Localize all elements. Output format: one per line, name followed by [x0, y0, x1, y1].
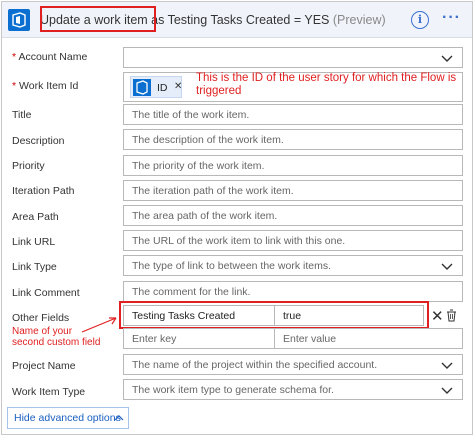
project-name-dropdown[interactable]: The name of the project within the speci…: [123, 354, 463, 375]
work-item-id-label: * Work Item Id: [12, 80, 79, 92]
area-path-field[interactable]: The area path of the work item.: [123, 205, 463, 226]
azure-devops-icon: [8, 9, 30, 31]
priority-label: Priority: [12, 160, 45, 172]
link-type-label: Link Type: [12, 261, 57, 273]
iteration-path-label: Iteration Path: [12, 185, 75, 197]
description-field[interactable]: The description of the work item.: [123, 129, 463, 150]
iteration-path-field[interactable]: The iteration path of the work item.: [123, 180, 463, 201]
chevron-down-icon: [441, 387, 453, 394]
id-token[interactable]: ID ✕: [130, 76, 182, 98]
title-highlight-box: [40, 6, 156, 32]
info-icon[interactable]: i: [411, 11, 429, 29]
hide-advanced-options-label: Hide advanced options: [14, 412, 121, 424]
work-item-type-dropdown[interactable]: The work item type to generate schema fo…: [123, 379, 463, 400]
header-title-preview: (Preview): [329, 13, 386, 27]
action-card: Update a work item as Testing Tasks Crea…: [1, 1, 473, 435]
project-name-placeholder: The name of the project within the speci…: [132, 359, 378, 371]
account-name-dropdown[interactable]: [123, 47, 463, 68]
work-item-type-placeholder: The work item type to generate schema fo…: [132, 384, 334, 396]
enter-key-placeholder: Enter key: [132, 333, 177, 345]
chevron-up-icon: [114, 415, 124, 421]
description-label: Description: [12, 135, 65, 147]
hide-advanced-options-button[interactable]: Hide advanced options: [7, 407, 129, 429]
close-icon[interactable]: ✕: [174, 81, 182, 92]
work-item-type-label: Work Item Type: [12, 386, 86, 398]
link-url-placeholder: The URL of the work item to link with th…: [132, 235, 346, 247]
title-field[interactable]: The title of the work item.: [123, 104, 463, 125]
id-token-label: ID: [157, 82, 168, 94]
more-options-icon[interactable]: ···: [442, 9, 461, 27]
chevron-down-icon: [441, 55, 453, 62]
trash-icon[interactable]: [446, 309, 457, 322]
iteration-path-placeholder: The iteration path of the work item.: [132, 185, 294, 197]
card-header[interactable]: Update a work item as Testing Tasks Crea…: [2, 2, 472, 38]
close-icon[interactable]: ✕: [431, 307, 444, 325]
link-type-dropdown[interactable]: The type of link to between the work ite…: [123, 255, 463, 276]
project-name-label: Project Name: [12, 360, 76, 372]
priority-field[interactable]: The priority of the work item.: [123, 155, 463, 176]
link-comment-field[interactable]: The comment for the link.: [123, 281, 463, 302]
area-path-label: Area Path: [12, 211, 59, 223]
chevron-down-icon: [441, 362, 453, 369]
link-comment-placeholder: The comment for the link.: [132, 286, 251, 298]
priority-placeholder: The priority of the work item.: [132, 160, 265, 172]
description-placeholder: The description of the work item.: [132, 134, 284, 146]
azure-devops-token-icon: [133, 79, 151, 96]
enter-value-placeholder: Enter value: [283, 333, 337, 345]
title-placeholder: The title of the work item.: [132, 109, 250, 121]
chevron-down-icon: [441, 263, 453, 270]
custom-field-highlight-box: [119, 301, 429, 329]
link-comment-label: Link Comment: [12, 287, 80, 299]
link-url-field[interactable]: The URL of the work item to link with th…: [123, 230, 463, 251]
link-type-placeholder: The type of link to between the work ite…: [132, 260, 332, 272]
title-label: Title: [12, 109, 32, 121]
annotation-arrow-icon: [81, 317, 117, 333]
other-fields-new-key-input[interactable]: Enter key: [123, 328, 275, 349]
link-url-label: Link URL: [12, 236, 56, 248]
account-name-label: * Account Name: [12, 51, 88, 63]
other-fields-label: Other Fields: [12, 312, 70, 324]
area-path-placeholder: The area path of the work item.: [132, 210, 278, 222]
id-annotation: This is the ID of the user story for whi…: [196, 72, 457, 97]
other-fields-new-value-input[interactable]: Enter value: [274, 328, 463, 349]
